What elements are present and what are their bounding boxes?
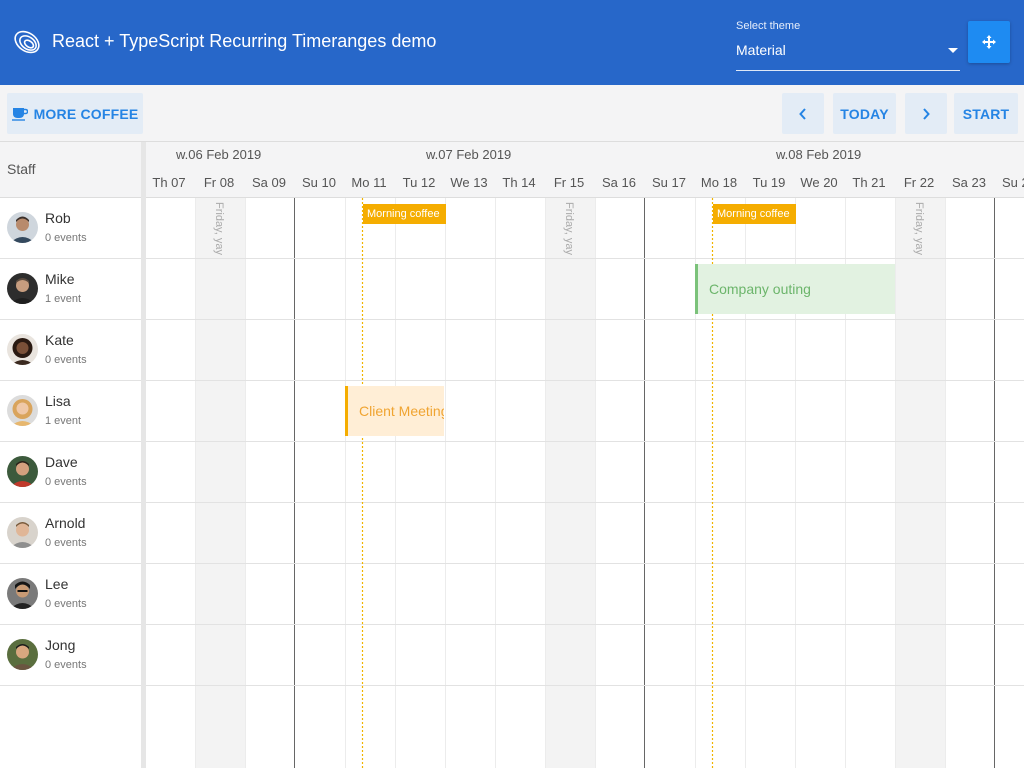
today-button[interactable]: TODAY — [833, 93, 896, 134]
day-label: Th 21 — [852, 175, 886, 190]
staff-name: Kate — [45, 332, 74, 348]
day-label: Mo 11 — [351, 175, 387, 190]
staff-event-count: 1 event — [45, 415, 82, 427]
staff-name: Mike — [45, 271, 75, 287]
friday-timerange-label: Friday, yay — [563, 202, 575, 255]
staff-event-count: 1 event — [45, 293, 82, 305]
caret-down-icon — [948, 48, 958, 53]
staff-row[interactable]: Mike 1 event — [0, 259, 141, 320]
friday-timerange-label: Friday, yay — [913, 202, 925, 255]
staff-column-header[interactable]: Staff — [0, 142, 141, 198]
start-label: START — [962, 105, 1010, 122]
staff-row[interactable]: Arnold 0 events — [0, 503, 141, 564]
week-label: w.07 Feb 2019 — [426, 147, 512, 162]
page-title: React + TypeScript Recurring Timeranges … — [52, 31, 437, 51]
theme-select[interactable]: Select theme Material — [736, 20, 960, 71]
fullscreen-button[interactable] — [968, 21, 1010, 63]
today-label: TODAY — [840, 105, 889, 122]
avatar — [7, 212, 38, 243]
staff-name: Arnold — [45, 515, 86, 531]
previous-button[interactable] — [782, 93, 824, 134]
staff-row[interactable]: Jong 0 events — [0, 625, 141, 686]
next-button[interactable] — [905, 93, 947, 134]
staff-name: Rob — [45, 210, 71, 226]
staff-event-count: 0 events — [45, 232, 87, 244]
day-label: Sa 23 — [952, 175, 986, 190]
coffee-cup-icon — [11, 107, 28, 121]
avatar — [7, 639, 38, 670]
staff-name: Dave — [45, 454, 78, 470]
avatar — [7, 517, 38, 548]
avatar — [7, 273, 38, 304]
day-label: Su 17 — [652, 175, 686, 190]
staff-row[interactable]: Lisa 1 event — [0, 381, 141, 442]
staff-list: Rob 0 events Mike 1 event Kate 0 events … — [0, 198, 141, 686]
morning-coffee-timerange[interactable]: Morning coffee — [713, 204, 796, 224]
staff-event-count: 0 events — [45, 537, 87, 549]
day-label: Fr 08 — [203, 175, 235, 190]
staff-event-count: 0 events — [45, 598, 87, 610]
avatar — [7, 578, 38, 609]
day-label: Sa 16 — [602, 175, 636, 190]
staff-row[interactable]: Kate 0 events — [0, 320, 141, 381]
avatar — [7, 395, 38, 426]
day-label: Tu 12 — [402, 175, 436, 190]
day-label: Su 24 — [1002, 175, 1024, 190]
avatar — [7, 456, 38, 487]
day-label: Sa 09 — [252, 175, 286, 190]
chevron-right-icon — [923, 107, 930, 120]
day-label: Fr 15 — [553, 175, 585, 190]
toolbar: MORE COFFEE TODAY START — [0, 85, 1024, 142]
theme-select-label: Select theme — [736, 20, 801, 32]
chevron-left-icon — [799, 107, 806, 120]
friday-timerange-label: Friday, yay — [213, 202, 225, 255]
day-label: We 20 — [800, 175, 838, 190]
app-header: React + TypeScript Recurring Timeranges … — [0, 0, 1024, 85]
schedule-grid[interactable]: Friday, yay Friday, yay Friday, yay Morn… — [146, 198, 1024, 768]
more-coffee-button[interactable]: MORE COFFEE — [7, 93, 143, 134]
staff-name: Jong — [45, 637, 76, 653]
move-arrows-icon — [982, 35, 996, 49]
day-label: Th 14 — [502, 175, 536, 190]
staff-event-count: 0 events — [45, 354, 87, 366]
day-label: We 13 — [450, 175, 488, 190]
company-outing-event[interactable]: Company outing — [695, 264, 895, 314]
logo-icon — [14, 30, 40, 54]
staff-row[interactable]: Dave 0 events — [0, 442, 141, 503]
staff-name: Lee — [45, 576, 69, 592]
time-axis-header: w.06 Feb 2019 w.07 Feb 2019 w.08 Feb 201… — [146, 142, 1024, 198]
day-label: Th 07 — [152, 175, 186, 190]
day-label: Tu 19 — [752, 175, 786, 190]
week-label: w.06 Feb 2019 — [176, 147, 262, 162]
staff-row[interactable]: Rob 0 events — [0, 198, 141, 259]
staff-event-count: 0 events — [45, 476, 87, 488]
morning-coffee-timerange[interactable]: Morning coffee — [363, 204, 446, 224]
day-label: Fr 22 — [903, 175, 935, 190]
day-label: Su 10 — [302, 175, 336, 190]
staff-name: Lisa — [45, 393, 71, 409]
more-coffee-label: MORE COFFEE — [33, 105, 139, 122]
day-label: Mo 18 — [700, 175, 738, 190]
staff-header-label: Staff — [7, 161, 36, 177]
start-button[interactable]: START — [954, 93, 1018, 134]
staff-event-count: 0 events — [45, 659, 87, 671]
avatar — [7, 334, 38, 365]
week-label: w.08 Feb 2019 — [776, 147, 862, 162]
client-meeting-event[interactable]: Client Meeting — [345, 386, 444, 436]
staff-row[interactable]: Lee 0 events — [0, 564, 141, 625]
theme-select-value: Material — [736, 42, 786, 58]
